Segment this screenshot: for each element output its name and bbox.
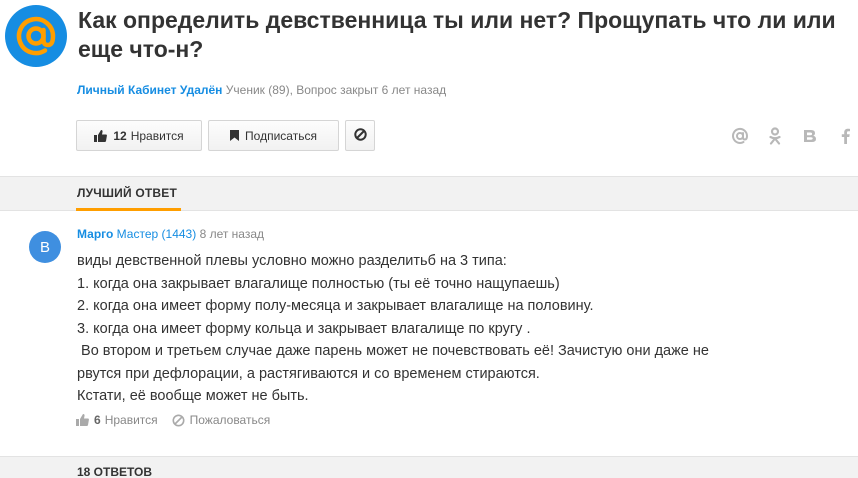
answer-line: 1. когда она закрывает влагалище полност… bbox=[77, 275, 560, 292]
answer-like-count: 6 bbox=[94, 413, 101, 427]
like-label: Нравится bbox=[130, 128, 184, 143]
answer-actions: 6 Нравится Пожаловаться bbox=[76, 413, 270, 427]
like-button[interactable]: 12 Нравится bbox=[76, 120, 202, 151]
best-answer-header: ЛУЧШИЙ ОТВЕТ bbox=[0, 176, 858, 211]
answer-author-link[interactable]: Марго bbox=[77, 227, 113, 241]
at-logo-icon bbox=[16, 16, 56, 56]
answer-meta: Марго Мастер (1443) 8 лет назад bbox=[77, 227, 264, 241]
block-icon bbox=[353, 127, 367, 144]
share-vk-icon[interactable] bbox=[799, 125, 821, 147]
answer-author-avatar[interactable]: В bbox=[29, 231, 61, 263]
answer-line: 3. когда она имеет форму кольца и закрыв… bbox=[77, 320, 531, 337]
best-answer-underline bbox=[76, 208, 181, 211]
question-meta: Личный Кабинет Удалён Ученик (89), Вопро… bbox=[77, 83, 446, 97]
block-button[interactable] bbox=[345, 120, 375, 151]
share-at-icon[interactable] bbox=[729, 125, 751, 147]
mail-ru-logo[interactable] bbox=[5, 5, 67, 67]
share-odnoklassniki-icon[interactable] bbox=[764, 125, 786, 147]
answer-like-button[interactable]: 6 Нравится bbox=[76, 413, 158, 427]
report-label: Пожаловаться bbox=[189, 413, 271, 427]
answer-line: Во втором и третьем случае даже парень м… bbox=[77, 343, 709, 359]
best-answer-label: ЛУЧШИЙ ОТВЕТ bbox=[77, 186, 178, 200]
thumbs-up-icon bbox=[76, 414, 89, 426]
answer-line: Кстати, её вообще может не быть. bbox=[77, 388, 309, 404]
subscribe-label: Подписаться bbox=[245, 128, 317, 143]
thumbs-up-icon bbox=[94, 129, 108, 142]
answer-author-rank: Мастер (1443) bbox=[116, 227, 197, 241]
answer-like-label: Нравится bbox=[104, 413, 158, 427]
share-facebook-icon[interactable] bbox=[834, 125, 856, 147]
answer-body: виды девственной плевы условно можно раз… bbox=[77, 250, 797, 408]
answer-time: 8 лет назад bbox=[199, 227, 265, 241]
question-author-link[interactable]: Личный Кабинет Удалён bbox=[77, 83, 222, 97]
like-count: 12 bbox=[113, 128, 127, 143]
bookmark-icon bbox=[230, 130, 240, 141]
question-title: Как определить девственница ты или нет? … bbox=[78, 7, 836, 62]
answers-count-header: 18 ОТВЕТОВ bbox=[0, 456, 858, 478]
answers-count-label: 18 ОТВЕТОВ bbox=[77, 465, 153, 478]
answer-line: 2. когда она имеет форму полу-месяца и з… bbox=[77, 298, 594, 314]
subscribe-button[interactable]: Подписаться bbox=[208, 120, 339, 151]
answer-line: рвутся при дефлорации, а растягиваются и… bbox=[77, 365, 540, 382]
answer-line: виды девственной плевы условно можно раз… bbox=[77, 253, 507, 269]
question-author-rank: Ученик (89), Вопрос закрыт 6 лет назад bbox=[225, 83, 447, 97]
report-icon bbox=[172, 414, 185, 427]
report-button[interactable]: Пожаловаться bbox=[172, 413, 271, 427]
